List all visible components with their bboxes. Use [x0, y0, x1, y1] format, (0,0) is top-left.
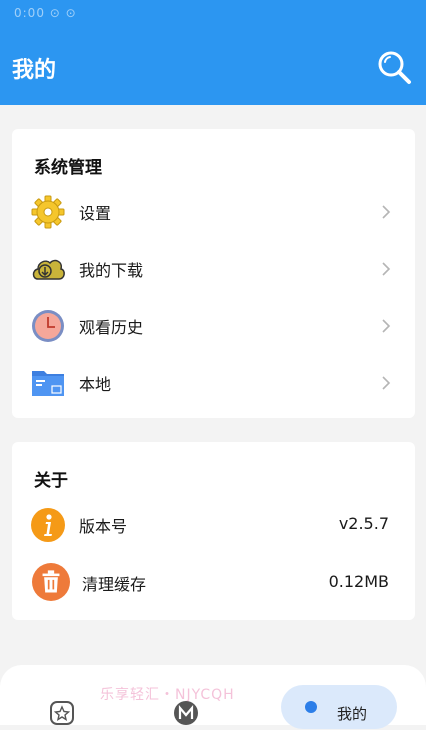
trash-icon: [32, 563, 70, 601]
info-icon: [31, 508, 65, 542]
download-cloud-icon: [32, 259, 65, 280]
local-label: 本地: [79, 375, 112, 394]
clear-cache-label: 清理缓存: [82, 575, 147, 594]
settings-row[interactable]: 设置: [12, 186, 415, 236]
about-card: 关于 版本号 v2.5.7 清理缓存 0.12MB: [12, 442, 415, 620]
star-badge-icon: [50, 701, 74, 725]
section-title-system: 系统管理: [34, 158, 102, 178]
gear-icon: [31, 195, 65, 229]
nav-label-mine: 我的: [337, 705, 368, 723]
chevron-right-icon: [382, 376, 391, 390]
folder-icon: [32, 371, 64, 396]
chevron-right-icon: [382, 319, 391, 333]
search-button[interactable]: [376, 49, 414, 87]
version-row: 版本号 v2.5.7: [12, 499, 415, 549]
active-dot-icon: [305, 701, 317, 713]
m-letter-icon: [174, 701, 198, 725]
clear-cache-row[interactable]: 清理缓存 0.12MB: [12, 557, 415, 607]
nav-item-m[interactable]: [173, 700, 199, 726]
nav-item-mine[interactable]: 我的: [281, 685, 397, 729]
version-label: 版本号: [79, 517, 128, 536]
clock-icon: [32, 310, 64, 342]
local-row[interactable]: 本地: [12, 357, 415, 407]
nav-item-home[interactable]: [49, 700, 75, 726]
settings-label: 设置: [79, 204, 112, 223]
system-management-card: 系统管理 设置 我的下载 观看历史 本地: [12, 129, 415, 418]
app-header: 0:00 ⊙ ⊙ 我的: [0, 0, 426, 105]
bottom-navigation: 乐享轻汇・NJYCQH 我的: [0, 665, 426, 729]
history-row[interactable]: 观看历史: [12, 300, 415, 350]
history-label: 观看历史: [79, 318, 144, 337]
page-title: 我的: [12, 58, 57, 83]
search-icon: [378, 51, 411, 84]
watermark-text: 乐享轻汇・NJYCQH: [100, 687, 235, 703]
downloads-row[interactable]: 我的下载: [12, 243, 415, 293]
status-bar-text: 0:00 ⊙ ⊙: [14, 6, 77, 20]
chevron-right-icon: [382, 205, 391, 219]
chevron-right-icon: [382, 262, 391, 276]
downloads-label: 我的下载: [79, 261, 144, 280]
cache-size-value: 0.12MB: [328, 572, 389, 591]
version-value: v2.5.7: [338, 514, 389, 533]
section-title-about: 关于: [34, 471, 68, 491]
